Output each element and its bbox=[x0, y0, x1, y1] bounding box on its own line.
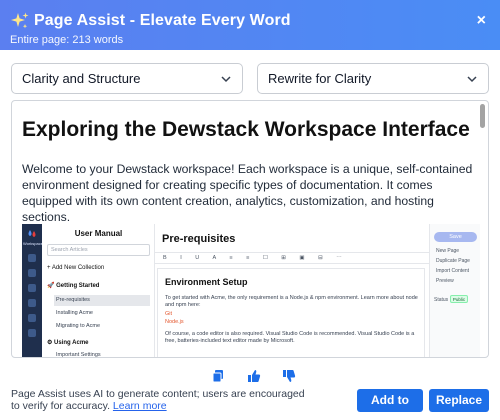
rail-icon bbox=[28, 329, 36, 337]
workspace-rail: Workspace bbox=[22, 224, 43, 357]
action-select[interactable]: Rewrite for Clarity bbox=[257, 63, 489, 94]
list-item: Important Settings bbox=[56, 352, 101, 358]
editor-pane: Pre-requisites B I U A ≡ ≡ ☐ ⊞ ▣ ⊟ ⋯ Env… bbox=[155, 224, 429, 357]
page-actions-panel: Save New Page Duplicate Page Import Cont… bbox=[429, 224, 480, 357]
action-select-value: Rewrite for Clarity bbox=[268, 71, 372, 86]
group-using-acme: ⚙ Using Acme bbox=[47, 340, 89, 346]
status-label: Status bbox=[434, 297, 449, 303]
chevron-down-icon bbox=[221, 76, 231, 83]
add-to-page-button[interactable]: Add to Page bbox=[357, 389, 423, 420]
rail-icon bbox=[28, 254, 36, 262]
doc-heading: Environment Setup bbox=[165, 277, 248, 287]
collections-panel: User Manual Search Articles + Add New Co… bbox=[42, 224, 155, 358]
page-assist-header: Page Assist - Elevate Every Word Entire … bbox=[0, 0, 500, 50]
content-heading: Exploring the Dewstack Workspace Interfa… bbox=[22, 118, 470, 141]
copy-icon[interactable] bbox=[211, 369, 225, 383]
page-action: Import Content bbox=[436, 268, 470, 274]
rail-icon bbox=[28, 284, 36, 292]
doc-text: To get started with Acme, the only requi… bbox=[165, 295, 418, 308]
dialog-title: Page Assist - Elevate Every Word bbox=[34, 12, 291, 29]
page-action: Duplicate Page bbox=[436, 258, 470, 264]
list-item: Pre-requisites bbox=[54, 295, 150, 306]
mode-select-value: Clarity and Structure bbox=[22, 71, 141, 86]
thumbs-up-icon[interactable] bbox=[247, 369, 261, 383]
editor-toolbar: B I U A ≡ ≡ ☐ ⊞ ▣ ⊟ ⋯ bbox=[155, 252, 429, 264]
save-label: Save bbox=[434, 232, 477, 242]
search-articles-field: Search Articles bbox=[47, 244, 150, 256]
rail-icon bbox=[28, 299, 36, 307]
rail-label: Workspace bbox=[23, 241, 43, 246]
doc-link: Git bbox=[165, 311, 173, 317]
content-paragraph: Welcome to your Dewstack workspace! Each… bbox=[22, 162, 473, 224]
ai-disclaimer: Page Assist uses AI to generate content;… bbox=[11, 388, 311, 412]
chevron-down-icon bbox=[467, 76, 477, 83]
rail-icon bbox=[28, 269, 36, 277]
scrollbar[interactable] bbox=[480, 104, 485, 128]
list-item: Installing Acme bbox=[56, 310, 93, 316]
add-collection-text: + Add New Collection bbox=[47, 265, 105, 271]
panel-title: User Manual bbox=[74, 229, 123, 238]
replace-all-button[interactable]: Replace all bbox=[429, 389, 489, 420]
editor-title: Pre-requisites bbox=[162, 233, 236, 245]
close-icon[interactable]: × bbox=[477, 11, 486, 31]
list-item: Migrating to Acme bbox=[56, 323, 101, 329]
mode-select[interactable]: Clarity and Structure bbox=[11, 63, 243, 94]
learn-more-link[interactable]: Learn more bbox=[113, 400, 167, 412]
embedded-screenshot: Workspace User Manual Search Articles + … bbox=[22, 224, 480, 358]
status-badge: Public bbox=[450, 295, 468, 303]
editor-document: Environment Setup To get started with Ac… bbox=[157, 268, 425, 357]
droplet-logo-icon bbox=[28, 230, 36, 237]
sparkle-icon bbox=[11, 12, 29, 29]
page-action: New Page bbox=[436, 248, 460, 254]
thumbs-down-icon[interactable] bbox=[282, 369, 296, 383]
rail-icon bbox=[28, 314, 36, 322]
word-count: Entire page: 213 words bbox=[10, 34, 124, 46]
group-getting-started: 🚀 Getting Started bbox=[47, 283, 100, 289]
page-action: Preview bbox=[436, 278, 454, 284]
content-preview[interactable]: Exploring the Dewstack Workspace Interfa… bbox=[11, 100, 489, 358]
doc-link: Node.js bbox=[165, 319, 184, 325]
doc-text: Of course, a code editor is also require… bbox=[165, 331, 415, 344]
